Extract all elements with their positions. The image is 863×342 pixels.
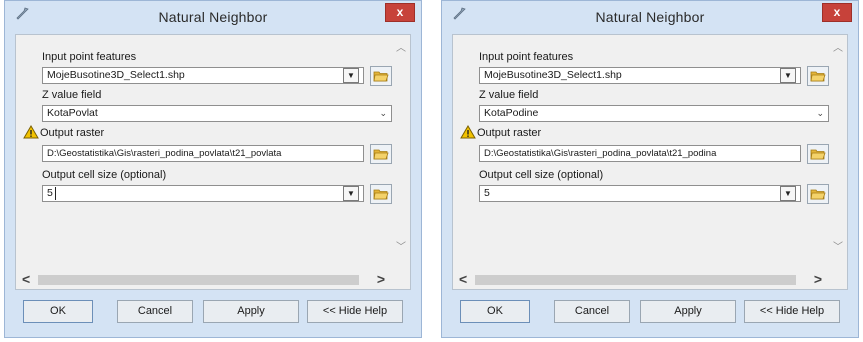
hide-help-button[interactable]: << Hide Help	[744, 300, 840, 323]
cancel-button[interactable]: Cancel	[554, 300, 630, 323]
chevron-left-icon[interactable]: <	[459, 271, 467, 287]
input-point-features-dropdown-button[interactable]: ▼	[343, 68, 359, 83]
dialog-title: Natural Neighbor	[595, 9, 705, 25]
scrollbar-thumb[interactable]	[475, 275, 796, 285]
ok-button[interactable]: OK	[460, 300, 530, 323]
dialog-client-area: Input point features MojeBusotine3D_Sele…	[15, 34, 411, 290]
ok-button[interactable]: OK	[23, 300, 93, 323]
natural-neighbor-dialog-right: Natural Neighbor x Input point features …	[437, 0, 863, 342]
z-value-field-select[interactable]: KotaPovlat ⌄	[42, 105, 392, 122]
cancel-button[interactable]: Cancel	[117, 300, 193, 323]
chevron-right-icon[interactable]: >	[377, 271, 385, 287]
chevron-down-icon: ▼	[784, 71, 792, 80]
text-cursor	[55, 187, 56, 200]
chevron-down-icon: ▼	[347, 71, 355, 80]
hide-help-button[interactable]: << Hide Help	[307, 300, 403, 323]
input-point-features-value: MojeBusotine3D_Select1.shp	[47, 69, 185, 81]
chevron-down-icon: ▼	[347, 189, 355, 198]
chevron-down-icon[interactable]: ﹀	[833, 238, 843, 253]
browse-output-button[interactable]	[370, 144, 392, 164]
output-cell-size-dropdown-button[interactable]: ▼	[343, 186, 359, 201]
output-cell-size-field[interactable]: 5	[479, 185, 801, 202]
z-value-field-label: Z value field	[479, 89, 539, 101]
z-value-field-value: KotaPodine	[484, 107, 539, 119]
output-raster-label: Output raster	[40, 127, 105, 139]
chevron-up-icon[interactable]: ︿	[396, 39, 406, 54]
output-raster-value: D:\Geostatistika\Gis\rasteri_podina_povl…	[484, 148, 717, 159]
horizontal-scrollbar[interactable]: < >	[453, 271, 830, 289]
output-raster-field[interactable]: D:\Geostatistika\Gis\rasteri_podina_povl…	[42, 145, 364, 162]
chevron-down-icon[interactable]: ﹀	[396, 238, 406, 253]
z-value-field-select[interactable]: KotaPodine ⌄	[479, 105, 829, 122]
browse-input-button[interactable]	[370, 66, 392, 86]
output-raster-label: Output raster	[477, 127, 542, 139]
vertical-scrollbar[interactable]: ︿ ﹀	[830, 35, 847, 273]
input-point-features-value: MojeBusotine3D_Select1.shp	[484, 69, 622, 81]
vertical-scrollbar[interactable]: ︿ ﹀	[393, 35, 410, 273]
scrollbar-thumb[interactable]	[38, 275, 359, 285]
folder-open-icon	[810, 149, 826, 160]
close-button[interactable]: x	[822, 3, 852, 22]
dialog-frame: Natural Neighbor x Input point features …	[441, 0, 859, 338]
chevron-left-icon[interactable]: <	[22, 271, 30, 287]
z-value-field-label: Z value field	[42, 89, 102, 101]
dialog-title: Natural Neighbor	[158, 9, 268, 25]
browse-cell-size-button[interactable]	[807, 184, 829, 204]
apply-button[interactable]: Apply	[203, 300, 299, 323]
folder-open-icon	[373, 71, 389, 82]
chevron-down-icon: ⌄	[816, 108, 824, 118]
input-point-features-field[interactable]: MojeBusotine3D_Select1.shp	[479, 67, 801, 84]
output-cell-size-label: Output cell size (optional)	[42, 169, 167, 181]
folder-open-icon	[373, 149, 389, 160]
chevron-down-icon: ▼	[784, 189, 792, 198]
folder-open-icon	[373, 189, 389, 200]
z-value-field-value: KotaPovlat	[47, 107, 98, 119]
output-cell-size-value: 5	[47, 187, 53, 199]
folder-open-icon	[810, 189, 826, 200]
close-button[interactable]: x	[385, 3, 415, 22]
dialog-client-area: Input point features MojeBusotine3D_Sele…	[452, 34, 848, 290]
folder-open-icon	[810, 71, 826, 82]
output-raster-value: D:\Geostatistika\Gis\rasteri_podina_povl…	[47, 148, 282, 159]
natural-neighbor-dialog-left: Natural Neighbor x Input point features …	[0, 0, 426, 342]
title-bar[interactable]: Natural Neighbor x	[5, 1, 421, 34]
chevron-right-icon[interactable]: >	[814, 271, 822, 287]
warning-icon	[460, 125, 476, 139]
apply-button[interactable]: Apply	[640, 300, 736, 323]
browse-cell-size-button[interactable]	[370, 184, 392, 204]
input-point-features-dropdown-button[interactable]: ▼	[780, 68, 796, 83]
input-point-features-label: Input point features	[479, 51, 574, 63]
dialog-frame: Natural Neighbor x Input point features …	[4, 0, 422, 338]
warning-icon	[23, 125, 39, 139]
browse-input-button[interactable]	[807, 66, 829, 86]
output-raster-field[interactable]: D:\Geostatistika\Gis\rasteri_podina_povl…	[479, 145, 801, 162]
output-cell-size-value: 5	[484, 187, 490, 199]
chevron-down-icon: ⌄	[379, 108, 387, 118]
input-point-features-label: Input point features	[42, 51, 137, 63]
output-cell-size-dropdown-button[interactable]: ▼	[780, 186, 796, 201]
output-cell-size-field[interactable]: 5	[42, 185, 364, 202]
output-cell-size-label: Output cell size (optional)	[479, 169, 604, 181]
horizontal-scrollbar[interactable]: < >	[16, 271, 393, 289]
input-point-features-field[interactable]: MojeBusotine3D_Select1.shp	[42, 67, 364, 84]
title-bar[interactable]: Natural Neighbor x	[442, 1, 858, 34]
chevron-up-icon[interactable]: ︿	[833, 39, 843, 54]
browse-output-button[interactable]	[807, 144, 829, 164]
